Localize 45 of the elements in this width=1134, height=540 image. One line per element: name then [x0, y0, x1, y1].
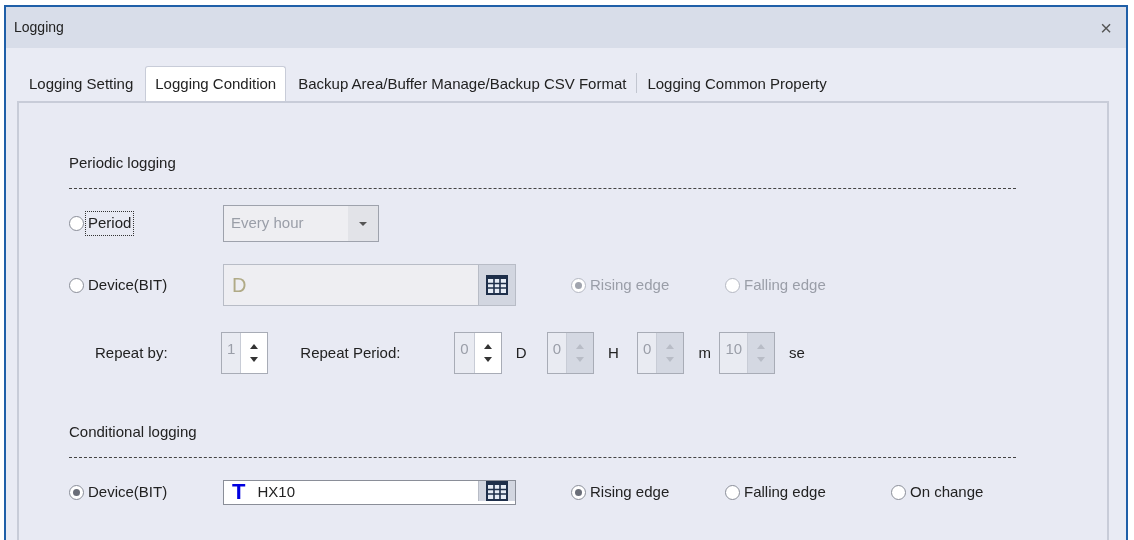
- radio-button[interactable]: [69, 484, 84, 500]
- tab[interactable]: Backup Area/Buffer Manage/Backup CSV Format: [289, 68, 636, 101]
- unit-label: H: [607, 342, 620, 363]
- spin-value: 0: [459, 338, 470, 359]
- radio-button[interactable]: [891, 484, 906, 500]
- radio-label[interactable]: On change: [908, 481, 986, 504]
- down-arrow-icon[interactable]: [250, 357, 259, 362]
- down-arrow-icon[interactable]: [483, 357, 492, 362]
- tab[interactable]: Logging Common Property: [638, 68, 836, 101]
- tab[interactable]: Logging Setting: [20, 68, 143, 101]
- field-value: D: [232, 273, 247, 298]
- section-heading: Periodic logging: [69, 153, 177, 173]
- spin-value: 10: [724, 338, 744, 359]
- browse-button[interactable]: [478, 481, 515, 501]
- spin-value: 1: [226, 338, 237, 359]
- close-button[interactable]: ×: [1100, 17, 1112, 38]
- up-arrow-icon[interactable]: [250, 344, 259, 349]
- tab[interactable]: Logging Condition: [145, 66, 287, 101]
- radio-label[interactable]: Rising edge: [588, 481, 672, 504]
- spin-buttons[interactable]: [240, 333, 268, 373]
- radio-button[interactable]: [725, 484, 740, 500]
- dropdown-value: Every hour: [230, 213, 305, 234]
- field-label: Repeat by:: [95, 342, 169, 363]
- radio-button[interactable]: [69, 277, 84, 293]
- radio-button[interactable]: [69, 216, 84, 231]
- radio-label[interactable]: Device(BIT): [86, 481, 170, 504]
- unit-label: m: [697, 342, 712, 363]
- radio-button[interactable]: [571, 484, 586, 500]
- field-value: HX10: [257, 482, 295, 502]
- spin-buttons[interactable]: [473, 333, 501, 373]
- radio-label[interactable]: Device(BIT): [86, 273, 170, 297]
- grid-icon: [486, 481, 508, 501]
- unit-label: se: [788, 342, 806, 363]
- unit-label: D: [514, 342, 528, 363]
- field-label: Repeat Period:: [300, 342, 402, 363]
- spin-value: 0: [551, 338, 563, 359]
- section-heading: Conditional logging: [69, 422, 198, 442]
- device-field[interactable]: T HX10: [223, 480, 516, 505]
- grid-icon: [486, 275, 508, 295]
- radio-label[interactable]: Falling edge: [742, 481, 828, 504]
- radio-label[interactable]: Period: [86, 212, 134, 235]
- spin-value: 0: [642, 338, 653, 359]
- window-title: Logging: [14, 18, 64, 37]
- type-mark: T: [232, 481, 246, 504]
- up-arrow-icon[interactable]: [483, 344, 492, 349]
